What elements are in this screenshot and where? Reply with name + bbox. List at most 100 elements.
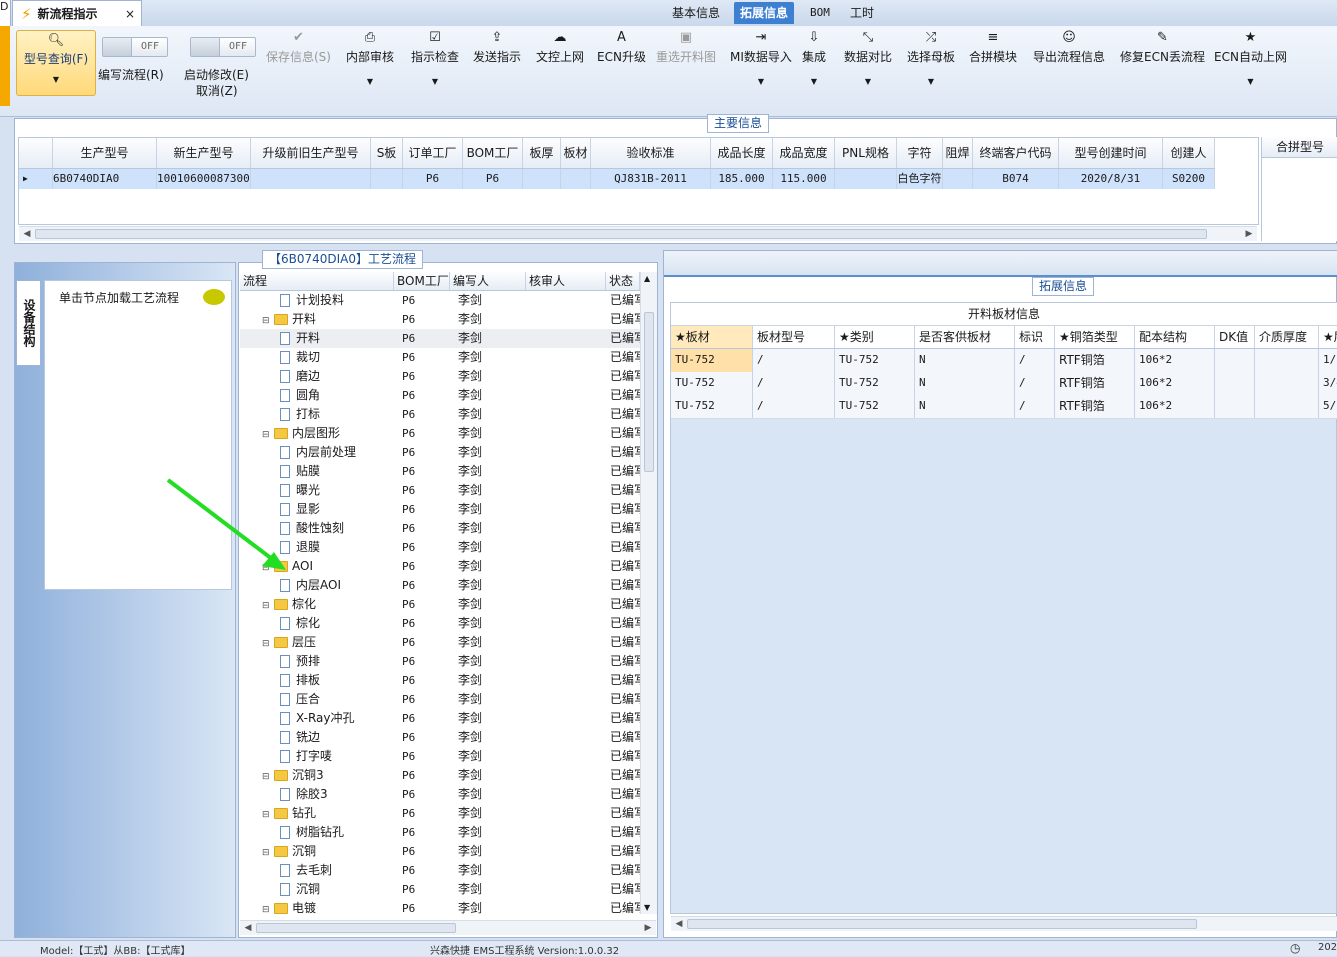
flow-step-node[interactable]: 排板 P6 李剑 已编写 (240, 671, 640, 690)
main-cell[interactable]: 2020/8/31 (1059, 169, 1163, 189)
material-cell[interactable]: N (915, 395, 1015, 418)
flow-step-node[interactable]: 打字唛 P6 李剑 已编写 (240, 747, 640, 766)
material-cell[interactable]: 106*2 (1135, 395, 1215, 418)
close-tab-button[interactable]: × (125, 7, 135, 21)
chevron-down-icon[interactable]: ▼ (802, 77, 826, 86)
material-col-header[interactable]: ★铜箔类型 (1055, 326, 1135, 348)
review-button[interactable]: ⎙ 内部审核 ▼ (346, 30, 394, 90)
cutmap-button[interactable]: ▣ 重选开料图 (656, 30, 716, 90)
main-col-header[interactable]: 阻焊 (943, 138, 973, 168)
integrate-button[interactable]: ⇩ 集成 ▼ (802, 30, 826, 90)
send-button[interactable]: ⇪ 发送指示 (473, 30, 521, 90)
main-cell[interactable]: 10010600087300 (157, 169, 251, 189)
material-cell[interactable] (1255, 395, 1319, 418)
flow-step-node[interactable]: 裁切 P6 李剑 已编写 (240, 348, 640, 367)
material-cell[interactable]: N (915, 349, 1015, 372)
flow-step-node[interactable]: 磨边 P6 李剑 已编写 (240, 367, 640, 386)
flow-step-node[interactable]: 除胶3 P6 李剑 已编写 (240, 785, 640, 804)
flow-step-node[interactable]: 压合 P6 李剑 已编写 (240, 690, 640, 709)
material-cell[interactable]: TU-752 (671, 349, 753, 372)
flow-step-node[interactable]: 显影P6李剑已编写 (240, 500, 640, 519)
material-cell[interactable]: RTF铜箔 (1055, 395, 1135, 418)
chevron-down-icon[interactable]: ▼ (844, 77, 892, 86)
scroll-right-icon[interactable]: ▶ (642, 921, 654, 935)
material-cell[interactable] (1255, 372, 1319, 395)
flow-step-node[interactable]: 预排 P6 李剑 已编写 (240, 652, 640, 671)
main-cell[interactable] (371, 169, 403, 189)
main-cell[interactable] (523, 169, 561, 189)
material-col-header[interactable]: DK值 (1215, 326, 1255, 348)
process-flow-vscrollbar[interactable]: ▲ ▼ (640, 272, 657, 914)
main-col-header[interactable]: 板材 (561, 138, 591, 168)
material-cell[interactable] (1215, 395, 1255, 418)
material-col-header[interactable]: ★板材 (671, 326, 753, 348)
material-cell[interactable]: RTF铜箔 (1055, 349, 1135, 372)
cancel-edit-label[interactable]: 取消(Z) (196, 82, 238, 99)
flow-step-node[interactable]: 开料 P6 李剑 已编写 (240, 329, 640, 348)
flow-step-node[interactable]: X-Ray冲孔 P6 李剑 已编写 (240, 709, 640, 728)
flow-col-header[interactable]: BOM工厂 (394, 272, 450, 290)
material-col-header[interactable]: ★层 (1319, 326, 1337, 348)
model-query-button[interactable]: 🔍︎ 型号查询(F) ▼ (16, 30, 96, 96)
material-cell[interactable]: TU-752 (671, 395, 753, 418)
material-cell[interactable]: / (753, 395, 835, 418)
tab-bom[interactable]: BOM (804, 2, 836, 24)
ecn-button[interactable]: A ECN升级 (597, 30, 646, 90)
material-cell[interactable]: 106*2 (1135, 372, 1215, 395)
material-cell[interactable]: 5/6 (1319, 395, 1337, 418)
main-cell[interactable]: 6B0740DIA0 (53, 169, 157, 189)
flow-step-node[interactable]: 酸性蚀刻 P6 李剑 已编写 (240, 519, 640, 538)
material-cell[interactable] (1255, 349, 1319, 372)
chevron-down-icon[interactable]: ▼ (1214, 77, 1287, 86)
fixecn-button[interactable]: ✎ 修复ECN丢流程 (1120, 30, 1205, 90)
material-cell[interactable]: TU-752 (671, 372, 753, 395)
merge-button[interactable]: ≡ 合拼模块 (969, 30, 1017, 90)
main-cell[interactable]: QJ831B-2011 (591, 169, 711, 189)
main-cell[interactable]: P6 (403, 169, 463, 189)
save-button[interactable]: ✔ 保存信息(S) (266, 30, 331, 90)
flow-step-node[interactable]: 沉铜 P6 李剑 已编写 (240, 880, 640, 899)
main-cell[interactable]: P6 (463, 169, 523, 189)
material-cell[interactable] (1215, 372, 1255, 395)
material-cell[interactable]: TU-752 (835, 349, 915, 372)
export-button[interactable]: ☺ 导出流程信息 (1033, 30, 1105, 90)
scrollbar-thumb[interactable] (687, 919, 1197, 929)
scrollbar-thumb[interactable] (256, 923, 456, 933)
material-cell[interactable]: / (1015, 395, 1055, 418)
left-edge-tab[interactable]: D (0, 0, 11, 26)
miimport-button[interactable]: ⇥ MI数据导入 ▼ (730, 30, 792, 90)
main-col-header[interactable]: 终端客户代码 (973, 138, 1059, 168)
material-cell[interactable]: 106*2 (1135, 349, 1215, 372)
main-col-header[interactable]: 成品长度 (711, 138, 773, 168)
device-structure-tab[interactable]: 设备结构 (16, 280, 40, 366)
check-button[interactable]: ☑ 指示检查 ▼ (411, 30, 459, 90)
flow-step-node[interactable]: 铣边 P6 李剑 已编写 (240, 728, 640, 747)
main-col-header[interactable]: PNL规格 (835, 138, 897, 168)
material-cell[interactable] (1215, 349, 1255, 372)
compare-button[interactable]: ⤡ 数据对比 ▼ (844, 30, 892, 90)
main-cell[interactable] (561, 169, 591, 189)
material-row[interactable]: TU-752/TU-752N/RTF铜箔106*23/4 (671, 372, 1337, 396)
flow-col-header[interactable]: 编写人 (450, 272, 526, 290)
flow-group-node[interactable]: ⊟ 钻孔 P6 李剑 已编写 (240, 804, 640, 823)
flow-step-node[interactable]: 去毛刺 P6 李剑 已编写 (240, 861, 640, 880)
scroll-right-icon[interactable]: ▶ (1243, 227, 1255, 241)
collapse-toggle-icon[interactable]: ⊟ (262, 597, 274, 614)
flow-group-node[interactable]: ⊟ 内层图形 P6 李剑 已编写 (240, 424, 640, 443)
material-col-header[interactable]: ★类别 (835, 326, 915, 348)
collapse-toggle-icon[interactable]: ⊟ (262, 768, 274, 785)
main-cell[interactable]: 185.000 (711, 169, 773, 189)
tab-work-hours[interactable]: 工时 (844, 2, 880, 24)
flow-group-node[interactable]: ⊟ 沉铜 P6 李剑 已编写 (240, 842, 640, 861)
main-cell[interactable]: 115.000 (773, 169, 835, 189)
chevron-down-icon[interactable]: ▼ (907, 77, 955, 86)
main-col-header[interactable]: 升级前旧生产型号 (251, 138, 371, 168)
main-col-header[interactable]: 型号创建时间 (1059, 138, 1163, 168)
write-flow-toggle[interactable]: OFF (102, 37, 168, 57)
flow-group-node[interactable]: ⊟ 电镀 P6 李剑 已编写 (240, 899, 640, 918)
main-cell[interactable]: B074 (973, 169, 1059, 189)
material-grid-hscrollbar[interactable]: ◀ (671, 916, 1337, 931)
flow-col-header[interactable]: 状态 (606, 272, 640, 290)
collapse-toggle-icon[interactable]: ⊟ (262, 426, 274, 443)
chevron-down-icon[interactable]: ▼ (411, 77, 459, 86)
